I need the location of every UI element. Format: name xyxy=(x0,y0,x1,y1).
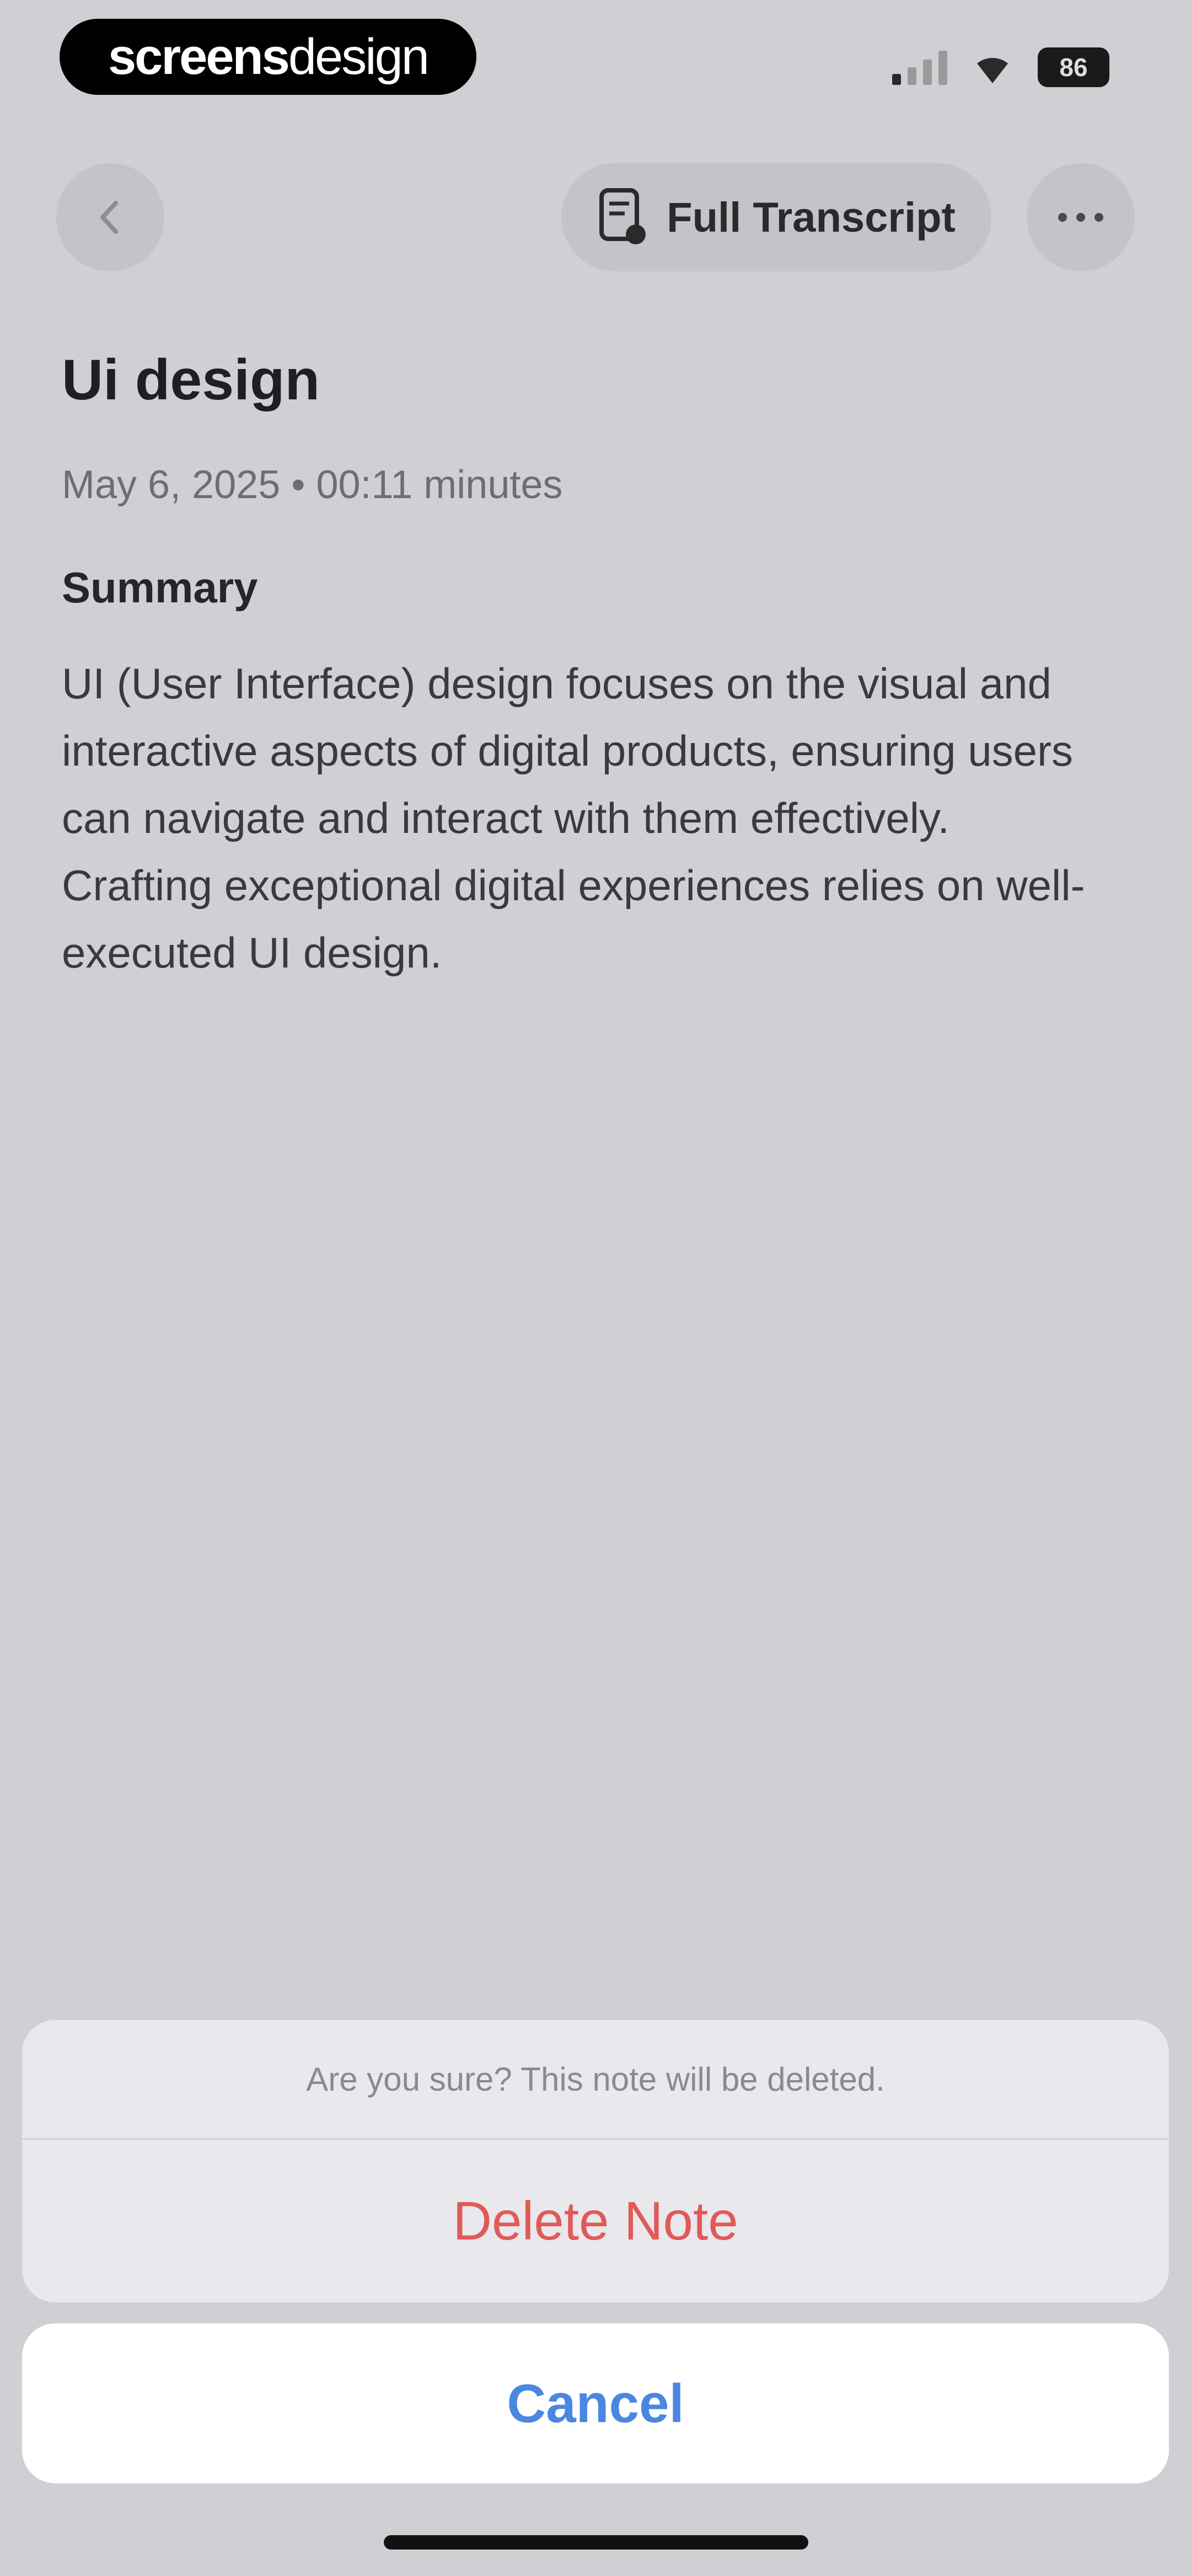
battery-icon: 86 xyxy=(1038,47,1109,87)
logo-bold-text: screens xyxy=(108,28,290,85)
cancel-button[interactable]: Cancel xyxy=(22,2323,1169,2483)
home-indicator xyxy=(384,2535,808,2550)
chevron-left-icon xyxy=(100,201,118,234)
back-button[interactable] xyxy=(56,163,164,271)
more-options-button[interactable] xyxy=(1027,163,1135,271)
document-icon xyxy=(599,188,646,244)
summary-text: UI (User Interface) design focuses on th… xyxy=(62,659,1085,977)
battery-level: 86 xyxy=(1059,53,1088,82)
note-date-duration: May 6, 2025 • 00:11 minutes xyxy=(62,463,563,507)
note-title: Ui design xyxy=(62,348,320,412)
ellipsis-icon xyxy=(1058,213,1103,222)
delete-note-button[interactable]: Delete Note xyxy=(22,2140,1169,2302)
cellular-signal-icon xyxy=(892,51,947,85)
full-transcript-label: Full Transcript xyxy=(667,194,956,241)
delete-action-sheet: Are you sure? This note will be deleted.… xyxy=(22,2020,1169,2302)
logo-light-text: design xyxy=(288,28,430,85)
confirmation-message: Are you sure? This note will be deleted. xyxy=(22,2020,1169,2140)
full-transcript-button[interactable]: Full Transcript xyxy=(561,163,991,271)
status-icons: 86 xyxy=(892,45,1109,89)
wifi-icon xyxy=(977,57,1008,83)
screensdesign-logo: screens design xyxy=(60,19,476,95)
summary-heading: Summary xyxy=(62,563,258,612)
